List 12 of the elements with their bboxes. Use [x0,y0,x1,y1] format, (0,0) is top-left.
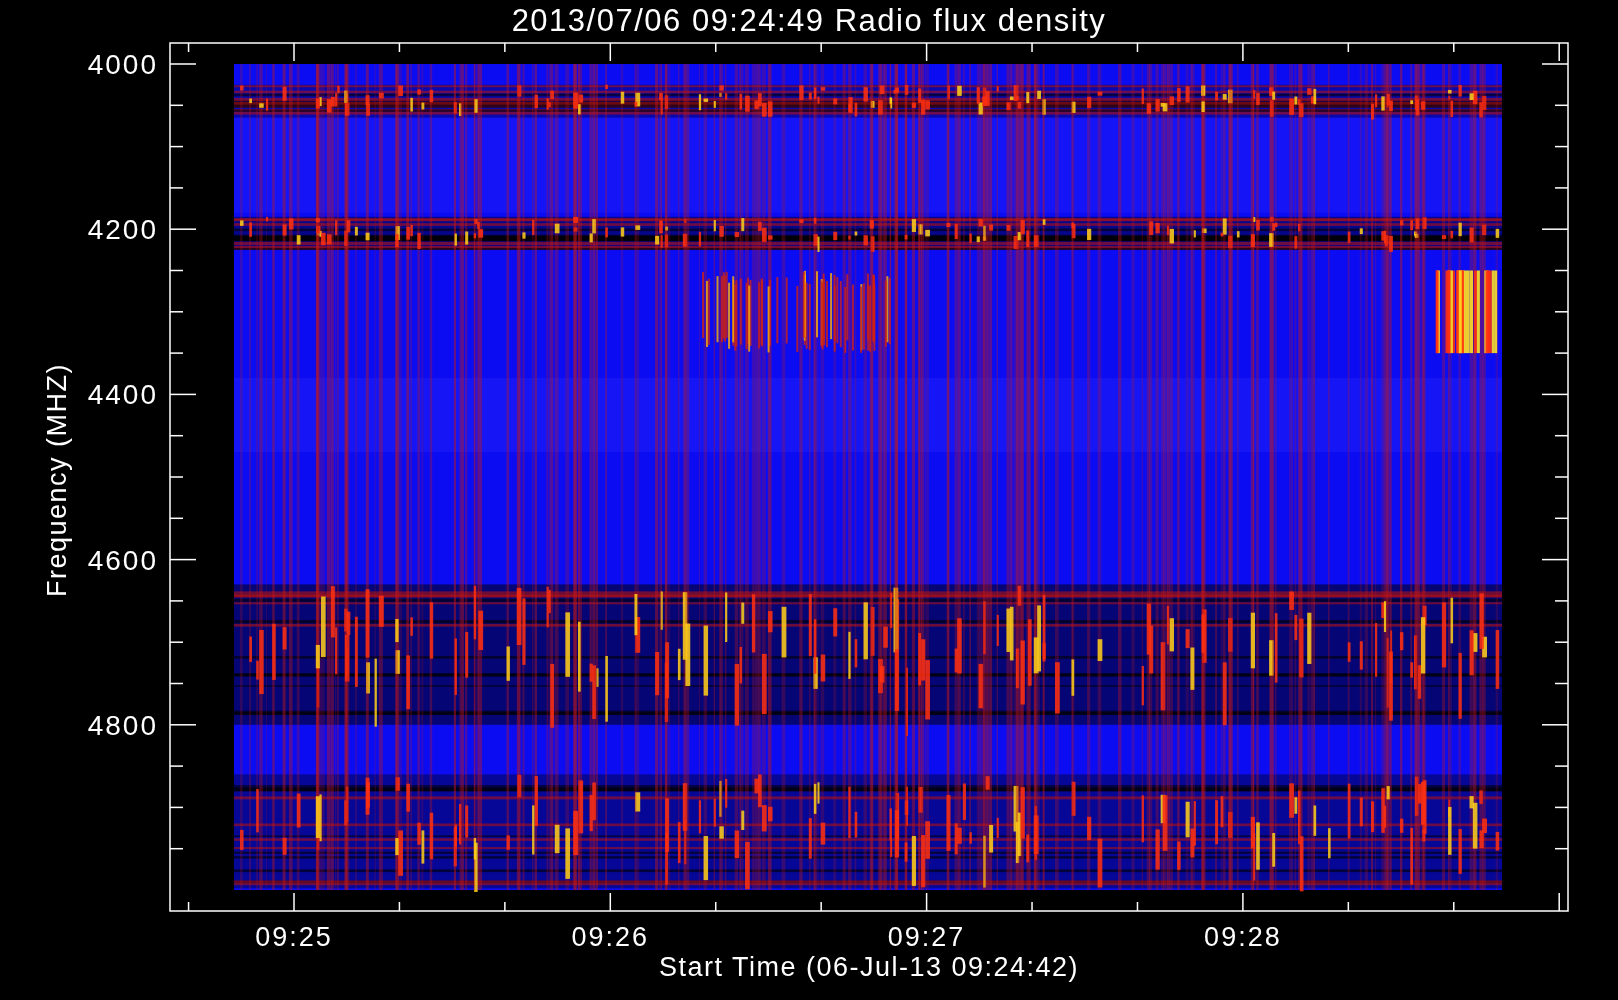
y-axis-label: Frequency (MHZ) [42,363,72,597]
x-tick-label: 09:28 [1204,922,1282,952]
y-tick-label: 4200 [87,214,158,246]
y-tick-label: 4800 [87,709,158,741]
y-tick-label: 4400 [87,379,158,411]
x-axis-label: Start Time (06-Jul-13 09:24:42) [658,952,1080,982]
x-tick-label: 09:25 [255,922,333,952]
plot-title: 2013/07/06 09:24:49 Radio flux density [511,4,1107,36]
x-tick-label: 09:27 [887,922,966,952]
x-tick-label: 09:26 [571,922,650,952]
y-tick-label: 4600 [87,544,158,576]
y-tick-label: 4000 [87,49,158,80]
